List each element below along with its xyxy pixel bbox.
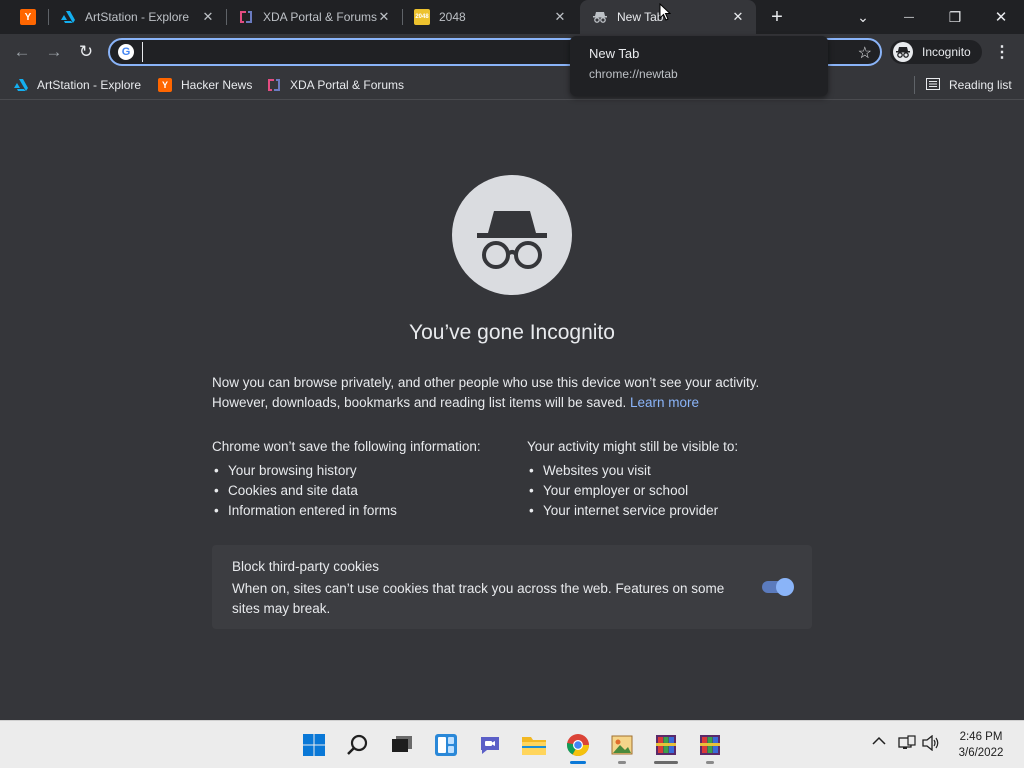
xda-icon	[267, 78, 281, 92]
learn-more-link[interactable]: Learn more	[630, 395, 699, 410]
task-view-icon[interactable]	[388, 731, 416, 759]
bookmark-star-icon[interactable]: ☆	[858, 43, 872, 63]
tab-title: ArtStation - Explore	[85, 10, 190, 24]
list-item: Information entered in forms	[212, 501, 512, 521]
incognito-hero-icon	[452, 175, 572, 295]
app-indicator	[706, 761, 714, 764]
still-visible-section: Your activity might still be visible to:…	[527, 437, 827, 521]
taskbar: 2:46 PM 3/6/2022	[0, 720, 1024, 768]
reading-list-button[interactable]: Reading list	[926, 76, 1012, 94]
tab-strip: Y ArtStation - Explore ✕ XDA Portal & Fo…	[0, 0, 1024, 34]
cookie-card-title: Block third-party cookies	[232, 559, 380, 574]
tab-title: 2048	[439, 10, 466, 24]
winrar-icon[interactable]	[652, 731, 680, 759]
artstation-icon	[60, 9, 76, 25]
tab-2048[interactable]: 2048 2048 ✕	[404, 0, 578, 34]
bookmark-xda[interactable]: XDA Portal & Forums	[267, 76, 404, 94]
toolbar: ← → ↻ G ☆ Incognito ⋮	[0, 34, 1024, 70]
mouse-cursor-icon	[659, 2, 672, 26]
block-cookies-toggle[interactable]	[762, 578, 794, 596]
incognito-label: Incognito	[922, 45, 971, 59]
tab-title: XDA Portal & Forums	[263, 10, 378, 24]
clock-date: 3/6/2022	[958, 747, 1004, 759]
list-item: Your employer or school	[527, 481, 827, 501]
tab-hacker-news[interactable]: Y	[8, 0, 48, 34]
reading-list-icon	[926, 77, 940, 93]
bookmark-label: Hacker News	[181, 78, 253, 92]
teams-chat-icon[interactable]	[476, 731, 504, 759]
tab-hover-card: New Tab chrome://newtab	[570, 36, 828, 96]
not-saved-section: Chrome won’t save the following informat…	[212, 437, 512, 521]
winrar-icon[interactable]	[696, 731, 724, 759]
list-item: Your internet service provider	[527, 501, 827, 521]
restore-button[interactable]: ❐	[932, 0, 978, 34]
volume-icon[interactable]	[922, 734, 940, 754]
still-visible-heading: Your activity might still be visible to:	[527, 439, 739, 454]
incognito-page: You’ve gone Incognito Now you can browse…	[0, 101, 1024, 720]
reload-button[interactable]: ↻	[72, 38, 100, 66]
hacker-news-icon: Y	[20, 9, 36, 25]
bookmarks-bar: ArtStation - Explore Y Hacker News XDA P…	[0, 70, 1024, 100]
back-button[interactable]: ←	[8, 38, 36, 66]
list-item: Your browsing history	[212, 461, 512, 481]
minimize-button[interactable]: —	[886, 0, 932, 34]
artstation-icon	[14, 78, 28, 92]
close-icon[interactable]: ✕	[552, 9, 568, 25]
menu-button[interactable]: ⋮	[990, 38, 1014, 66]
bookmark-hacker-news[interactable]: Y Hacker News	[158, 76, 252, 94]
incognito-icon	[893, 42, 913, 62]
close-icon[interactable]: ✕	[376, 9, 392, 25]
tab-separator	[48, 9, 49, 25]
file-explorer-icon[interactable]	[520, 731, 548, 759]
hover-card-url: chrome://newtab	[589, 67, 678, 81]
list-item: Cookies and site data	[212, 481, 512, 501]
photos-icon[interactable]	[608, 731, 636, 759]
tab-artstation[interactable]: ArtStation - Explore ✕	[50, 0, 226, 34]
bookmark-label: ArtStation - Explore	[37, 78, 142, 92]
network-icon[interactable]	[898, 735, 916, 754]
google-icon: G	[118, 44, 134, 60]
search-icon[interactable]	[344, 731, 372, 759]
forward-button[interactable]: →	[40, 38, 68, 66]
incognito-icon	[592, 9, 608, 25]
hacker-news-icon: Y	[158, 78, 172, 92]
tab-separator	[402, 9, 403, 25]
app-indicator	[654, 761, 678, 764]
incognito-profile-button[interactable]: Incognito	[890, 40, 982, 64]
hover-card-title: New Tab	[589, 46, 640, 61]
page-title: You’ve gone Incognito	[409, 321, 615, 344]
tab-search-button[interactable]: ⌄	[840, 0, 886, 34]
chrome-active-indicator	[570, 761, 586, 764]
system-clock[interactable]: 2:46 PM 3/6/2022	[946, 729, 1016, 761]
list-item: Websites you visit	[527, 461, 827, 481]
chrome-icon[interactable]	[564, 731, 592, 759]
intro-paragraph: Now you can browse privately, and other …	[212, 373, 812, 413]
tray-overflow-chevron-icon[interactable]	[872, 734, 886, 749]
start-icon[interactable]	[300, 731, 328, 759]
reading-list-label: Reading list	[949, 78, 1012, 92]
tab-xda[interactable]: XDA Portal & Forums ✕	[228, 0, 402, 34]
not-saved-heading: Chrome won’t save the following informat…	[212, 439, 481, 454]
tab-separator	[226, 9, 227, 25]
window-close-button[interactable]: ✕	[978, 0, 1024, 34]
new-tab-button[interactable]: +	[760, 0, 794, 34]
xda-icon	[238, 9, 254, 25]
app-indicator	[618, 761, 626, 764]
game-2048-icon: 2048	[414, 9, 430, 25]
clock-time: 2:46 PM	[959, 731, 1003, 743]
close-icon[interactable]: ✕	[200, 9, 216, 25]
close-icon[interactable]: ✕	[730, 9, 746, 25]
bookmark-label: XDA Portal & Forums	[290, 78, 405, 92]
bookmarks-separator	[914, 76, 915, 94]
third-party-cookies-card: Block third-party cookies When on, sites…	[212, 545, 812, 629]
bookmark-artstation[interactable]: ArtStation - Explore	[14, 76, 141, 94]
toggle-knob	[776, 578, 794, 596]
cookie-card-description: When on, sites can’t use cookies that tr…	[232, 581, 725, 616]
widgets-icon[interactable]	[432, 731, 460, 759]
